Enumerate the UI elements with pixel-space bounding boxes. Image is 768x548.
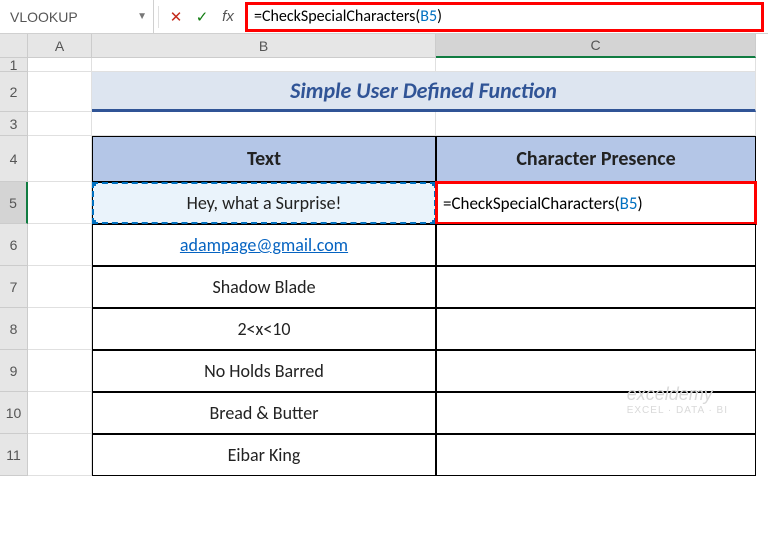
ref-handle-icon: [92, 182, 96, 186]
cell-a7[interactable]: [28, 266, 92, 308]
col-header-b[interactable]: B: [92, 34, 436, 58]
cell-b5-text: Hey, what a Surprise!: [187, 192, 342, 214]
cell-a11[interactable]: [28, 434, 92, 476]
formula-bar: VLOOKUP ▼ ✕ ✓ fx =CheckSpecialCharacters…: [0, 0, 768, 34]
row-header-3[interactable]: 3: [0, 112, 28, 136]
cell-c6[interactable]: [436, 224, 756, 266]
col-header-a[interactable]: A: [28, 34, 92, 58]
formula-ref: B5: [420, 7, 437, 26]
row-header-7[interactable]: 7: [0, 266, 28, 308]
row-header-4[interactable]: 4: [0, 136, 28, 182]
cell-c11[interactable]: [436, 434, 756, 476]
cell-c9[interactable]: [436, 350, 756, 392]
cell-c5-ref: B5: [620, 193, 638, 214]
fx-button[interactable]: fx: [215, 4, 241, 30]
cell-a6[interactable]: [28, 224, 92, 266]
cell-a3[interactable]: [28, 112, 92, 136]
cell-c10[interactable]: [436, 392, 756, 434]
column-headers: A B C: [28, 34, 768, 58]
row-header-11[interactable]: 11: [0, 434, 28, 476]
divider: [158, 6, 159, 28]
cell-b11[interactable]: Eibar King: [92, 434, 436, 476]
cell-b3[interactable]: [92, 112, 436, 136]
row-header-10[interactable]: 10: [0, 392, 28, 434]
row-header-8[interactable]: 8: [0, 308, 28, 350]
header-text[interactable]: Text: [92, 136, 436, 182]
row-header-1[interactable]: 1: [0, 58, 28, 72]
cell-c1[interactable]: [436, 58, 756, 72]
cell-b7[interactable]: Shadow Blade: [92, 266, 436, 308]
cancel-button[interactable]: ✕: [163, 4, 189, 30]
name-box: VLOOKUP: [10, 9, 133, 25]
cell-b9[interactable]: No Holds Barred: [92, 350, 436, 392]
row-header-2[interactable]: 2: [0, 72, 28, 112]
cell-c5-prefix: =CheckSpecialCharacters(: [443, 193, 620, 214]
row-header-9[interactable]: 9: [0, 350, 28, 392]
title-cell[interactable]: Simple User Defined Function: [92, 72, 756, 112]
enter-button[interactable]: ✓: [189, 4, 215, 30]
grid: Simple User Defined Function Text Charac…: [28, 58, 768, 476]
row-headers: 1 2 3 4 5 6 7 8 9 10 11: [0, 58, 28, 476]
chevron-down-icon[interactable]: ▼: [137, 11, 147, 22]
cell-a2[interactable]: [28, 72, 92, 112]
cell-a1[interactable]: [28, 58, 92, 72]
cell-a10[interactable]: [28, 392, 92, 434]
cell-c8[interactable]: [436, 308, 756, 350]
formula-input[interactable]: =CheckSpecialCharacters(B5): [245, 2, 764, 32]
cell-c5-suffix: ): [638, 193, 643, 214]
cell-a8[interactable]: [28, 308, 92, 350]
cell-c3[interactable]: [436, 112, 756, 136]
cell-a9[interactable]: [28, 350, 92, 392]
header-presence[interactable]: Character Presence: [436, 136, 756, 182]
col-header-c[interactable]: C: [436, 34, 756, 58]
sheet-area: 1 2 3 4 5 6 7 8 9 10 11 A B C: [0, 34, 768, 548]
row-header-6[interactable]: 6: [0, 224, 28, 266]
select-all-corner[interactable]: [0, 34, 28, 58]
cell-b8[interactable]: 2<x<10: [92, 308, 436, 350]
cell-a4[interactable]: [28, 136, 92, 182]
formula-suffix: ): [437, 7, 442, 26]
cell-b6-text: adampage@gmail.com: [180, 234, 348, 256]
cell-a5[interactable]: [28, 182, 92, 224]
cell-b5[interactable]: Hey, what a Surprise!: [92, 182, 436, 224]
cell-c7[interactable]: [436, 266, 756, 308]
cell-c5[interactable]: =CheckSpecialCharacters(B5): [436, 182, 756, 224]
name-box-container[interactable]: VLOOKUP ▼: [0, 0, 154, 33]
cell-b6[interactable]: adampage@gmail.com: [92, 224, 436, 266]
cell-b10[interactable]: Bread & Butter: [92, 392, 436, 434]
row-header-5[interactable]: 5: [0, 182, 28, 224]
cell-b1[interactable]: [92, 58, 436, 72]
formula-prefix: =CheckSpecialCharacters(: [254, 7, 420, 26]
